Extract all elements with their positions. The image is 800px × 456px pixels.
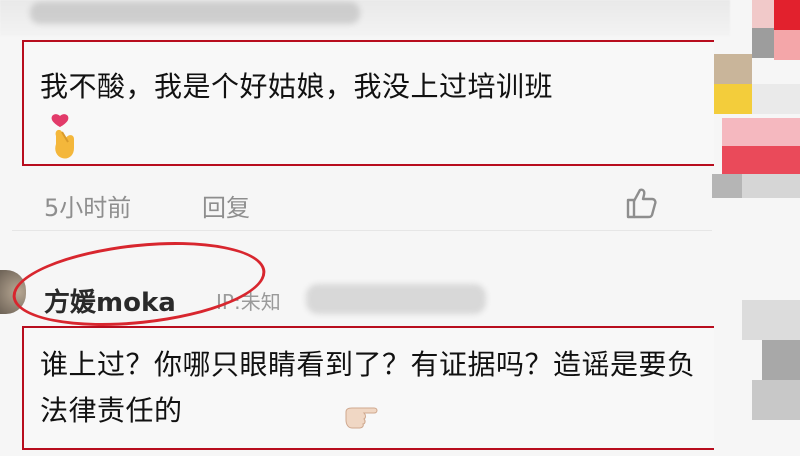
pointing-hand-emoji-icon [345, 407, 378, 429]
heart-hand-emoji-icon [51, 114, 74, 159]
comment-divider [12, 230, 712, 231]
reply-button[interactable]: 回复 [202, 188, 250, 223]
blurred-username [30, 2, 360, 24]
comment-timestamp: 5小时前 [44, 194, 132, 222]
thumbs-up-icon[interactable] [624, 186, 658, 220]
blurred-watermark [306, 284, 486, 314]
comment-text: 我不酸，我是个好姑娘，我没上过培训班 [40, 70, 554, 103]
blurred-header [0, 0, 730, 36]
red-circle-annotation [8, 230, 270, 338]
mosaic-sidebar [712, 0, 800, 456]
